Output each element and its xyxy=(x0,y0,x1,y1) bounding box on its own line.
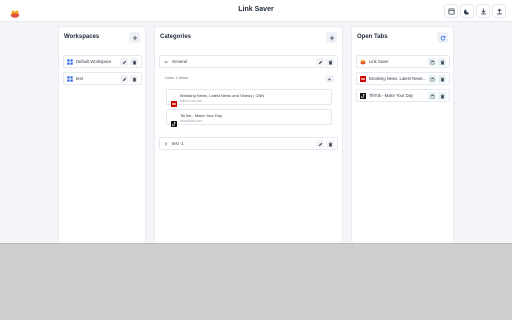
add-category-button[interactable] xyxy=(326,32,337,43)
link-title: TikTok - Make Your Day xyxy=(180,113,223,118)
categories-title: Categories xyxy=(160,34,192,40)
open-tab-item[interactable]: Link Saver xyxy=(356,55,450,68)
link-card[interactable]: TikTok - Make Your Day www.tiktok.com xyxy=(166,109,332,127)
open-tabs-header: Open Tabs xyxy=(352,27,453,49)
open-tab-item[interactable]: TikTok - Make Your Day xyxy=(356,89,450,102)
top-actions xyxy=(444,4,506,18)
tiktok-favicon-icon xyxy=(171,114,177,127)
edit-category-button[interactable] xyxy=(316,140,324,148)
top-bar: Link Saver xyxy=(0,0,512,22)
categories-header: Categories xyxy=(155,27,342,49)
save-icon xyxy=(430,94,434,98)
workspace-item[interactable]: Default Workspace xyxy=(63,55,142,68)
save-tab-button[interactable] xyxy=(428,58,436,66)
delete-category-button[interactable] xyxy=(326,58,334,66)
trash-icon xyxy=(328,60,332,64)
trash-icon xyxy=(132,77,136,81)
workspace-item[interactable]: test xyxy=(63,72,142,85)
trash-icon xyxy=(328,142,332,146)
edit-workspace-button[interactable] xyxy=(120,75,128,83)
workspace-label: Default Workspace xyxy=(76,59,112,64)
link-saver-favicon-icon xyxy=(360,59,366,65)
link-url: www.tiktok.com xyxy=(180,119,202,123)
cnn-favicon-icon xyxy=(360,76,366,82)
categories-panel: Categories General Links: 2 items Breaki… xyxy=(154,26,343,244)
close-tab-button[interactable] xyxy=(438,75,446,83)
close-tab-button[interactable] xyxy=(438,92,446,100)
links-subheader: Links: 2 items xyxy=(160,72,337,85)
chevron-right-icon[interactable] xyxy=(163,141,169,147)
collapse-links-button[interactable] xyxy=(325,75,334,83)
grid-icon xyxy=(67,76,73,82)
dark-mode-icon xyxy=(463,8,469,15)
link-url: edition.cnn.com xyxy=(180,99,203,103)
upload-button[interactable] xyxy=(492,4,506,18)
delete-workspace-button[interactable] xyxy=(130,58,138,66)
category-item[interactable]: test -1 xyxy=(159,137,338,150)
category-label: General xyxy=(172,59,187,64)
save-icon xyxy=(430,60,434,64)
save-icon xyxy=(430,77,434,81)
grid-icon xyxy=(67,59,73,65)
link-card[interactable]: Breaking News, Latest News and Videos | … xyxy=(166,89,332,107)
download-icon xyxy=(480,7,486,14)
add-workspace-button[interactable] xyxy=(129,32,140,43)
layout-button[interactable] xyxy=(444,4,458,18)
pencil-icon xyxy=(122,77,126,81)
workspaces-title: Workspaces xyxy=(64,34,100,40)
link-title: Breaking News, Latest News and Videos | … xyxy=(180,93,265,98)
save-tab-button[interactable] xyxy=(428,92,436,100)
pencil-icon xyxy=(318,142,322,146)
trash-icon xyxy=(132,60,136,64)
edit-category-button[interactable] xyxy=(316,58,324,66)
trash-icon xyxy=(440,77,444,81)
cnn-favicon-icon xyxy=(171,94,177,107)
workspaces-panel: Workspaces Default Workspace test xyxy=(58,26,146,244)
download-button[interactable] xyxy=(476,4,490,18)
edit-workspace-button[interactable] xyxy=(120,58,128,66)
open-tab-label: Breaking News, Latest News... xyxy=(369,76,427,81)
open-tab-label: Link Saver xyxy=(369,59,389,64)
refresh-icon xyxy=(440,35,445,40)
open-tab-label: TikTok - Make Your Day xyxy=(369,93,414,98)
delete-category-button[interactable] xyxy=(326,140,334,148)
app-title: Link Saver xyxy=(238,6,274,13)
dark-mode-button[interactable] xyxy=(460,4,474,18)
workspaces-header: Workspaces xyxy=(59,27,145,49)
category-item[interactable]: General xyxy=(159,55,338,68)
links-count-label: Links: 2 items xyxy=(165,76,189,80)
tiktok-favicon-icon xyxy=(360,93,366,99)
open-tabs-title: Open Tabs xyxy=(357,34,388,40)
close-tab-button[interactable] xyxy=(438,58,446,66)
upload-icon xyxy=(496,8,502,14)
save-tab-button[interactable] xyxy=(428,75,436,83)
empty-gray-area xyxy=(0,243,512,320)
pencil-icon xyxy=(318,60,322,64)
trash-icon xyxy=(440,94,444,98)
trash-icon xyxy=(440,60,444,64)
refresh-tabs-button[interactable] xyxy=(437,32,448,43)
open-tabs-panel: Open Tabs Link Saver Breaking News, Late… xyxy=(351,26,454,244)
layout-icon xyxy=(447,7,455,15)
chevron-up-icon xyxy=(327,77,332,80)
open-tab-item[interactable]: Breaking News, Latest News... xyxy=(356,72,450,85)
pencil-icon xyxy=(122,60,126,64)
plus-icon xyxy=(329,35,334,40)
category-label: test -1 xyxy=(172,141,184,146)
chevron-down-icon[interactable] xyxy=(163,59,169,65)
plus-icon xyxy=(132,35,137,40)
workspace-label: test xyxy=(76,76,83,81)
delete-workspace-button[interactable] xyxy=(130,75,138,83)
